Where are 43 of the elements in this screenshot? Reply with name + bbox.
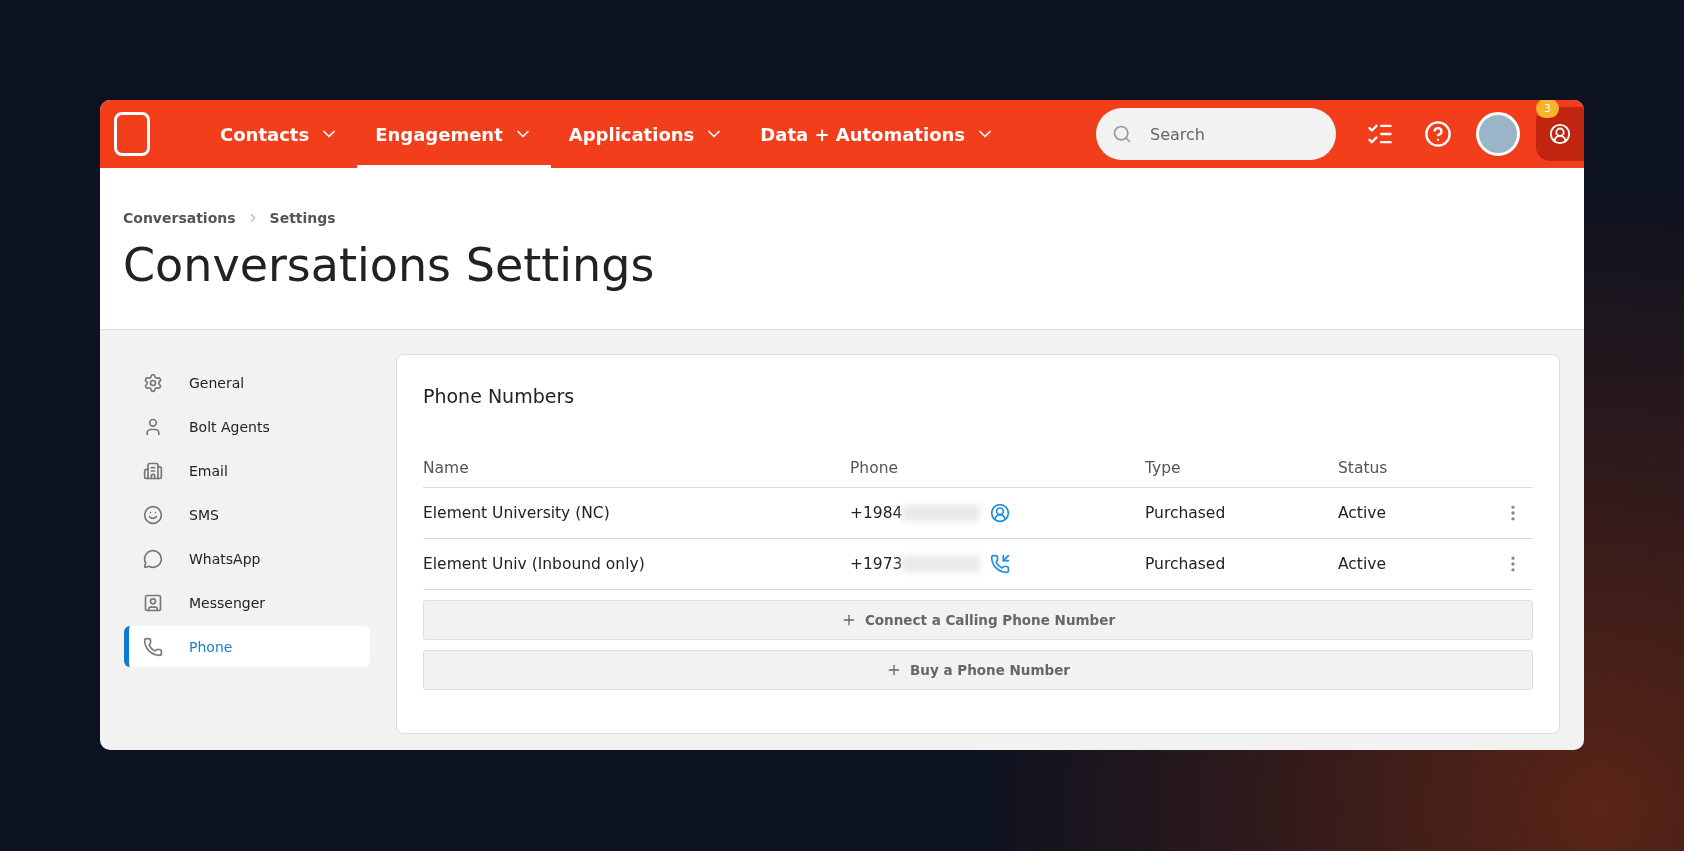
logo-icon	[114, 112, 150, 156]
table-cell-text: Purchased	[1145, 555, 1227, 573]
table-cell-text: Purchased	[1145, 504, 1227, 522]
sidebar-item[interactable]: SMS	[124, 494, 370, 535]
breadcrumb-link[interactable]: Conversations	[123, 210, 236, 226]
sidebar-item[interactable]: Messenger	[124, 582, 370, 623]
avatar[interactable]	[1476, 112, 1520, 156]
column-header: Status	[1338, 459, 1389, 477]
search-field[interactable]: Search	[1096, 108, 1336, 160]
sidebar-item[interactable]: General	[124, 362, 370, 403]
gear-icon	[143, 372, 163, 393]
help-icon[interactable]	[1424, 120, 1452, 148]
nav-tab[interactable]: Applications	[550, 100, 743, 168]
notification-count: 3	[1536, 100, 1559, 118]
sidebar-item[interactable]: WhatsApp	[124, 538, 370, 579]
column-header: Name	[423, 459, 470, 477]
column-header: Phone	[850, 459, 899, 477]
table-cell-text: Element University (NC)	[423, 504, 611, 522]
person-circle-icon	[1549, 123, 1571, 145]
nav-tab[interactable]: Contacts	[202, 100, 358, 168]
breadcrumb-link[interactable]: Settings	[269, 210, 336, 226]
nav-tab[interactable]: Data + Automations	[742, 100, 1014, 168]
sidebar-item[interactable]: Bolt Agents	[124, 406, 370, 447]
person-icon	[143, 416, 163, 437]
table-cell-text: Element Univ (Inbound only)	[423, 555, 646, 573]
sidebar-item[interactable]: Phone	[124, 626, 370, 667]
smile-icon	[143, 504, 163, 525]
search-icon	[1112, 124, 1132, 144]
building-icon	[143, 460, 163, 481]
column-header: Type	[1145, 459, 1182, 477]
person-circle-icon	[990, 503, 1011, 523]
table-cell: +1973	[850, 555, 903, 573]
table-cell-text: Active	[1338, 504, 1387, 522]
phone-incoming-icon	[990, 554, 1011, 574]
sidebar-item[interactable]: Email	[124, 450, 370, 491]
add-button[interactable]: Connect a Calling Phone Number	[423, 600, 1533, 640]
table-cell: +1984	[850, 504, 903, 522]
card-title: Phone Numbers	[423, 385, 576, 407]
page-title: Conversations Settings	[123, 238, 656, 292]
add-button[interactable]: Buy a Phone Number	[423, 650, 1533, 690]
table-cell-text: Active	[1338, 555, 1387, 573]
phone-icon	[143, 636, 163, 657]
badge-icon	[143, 592, 163, 613]
